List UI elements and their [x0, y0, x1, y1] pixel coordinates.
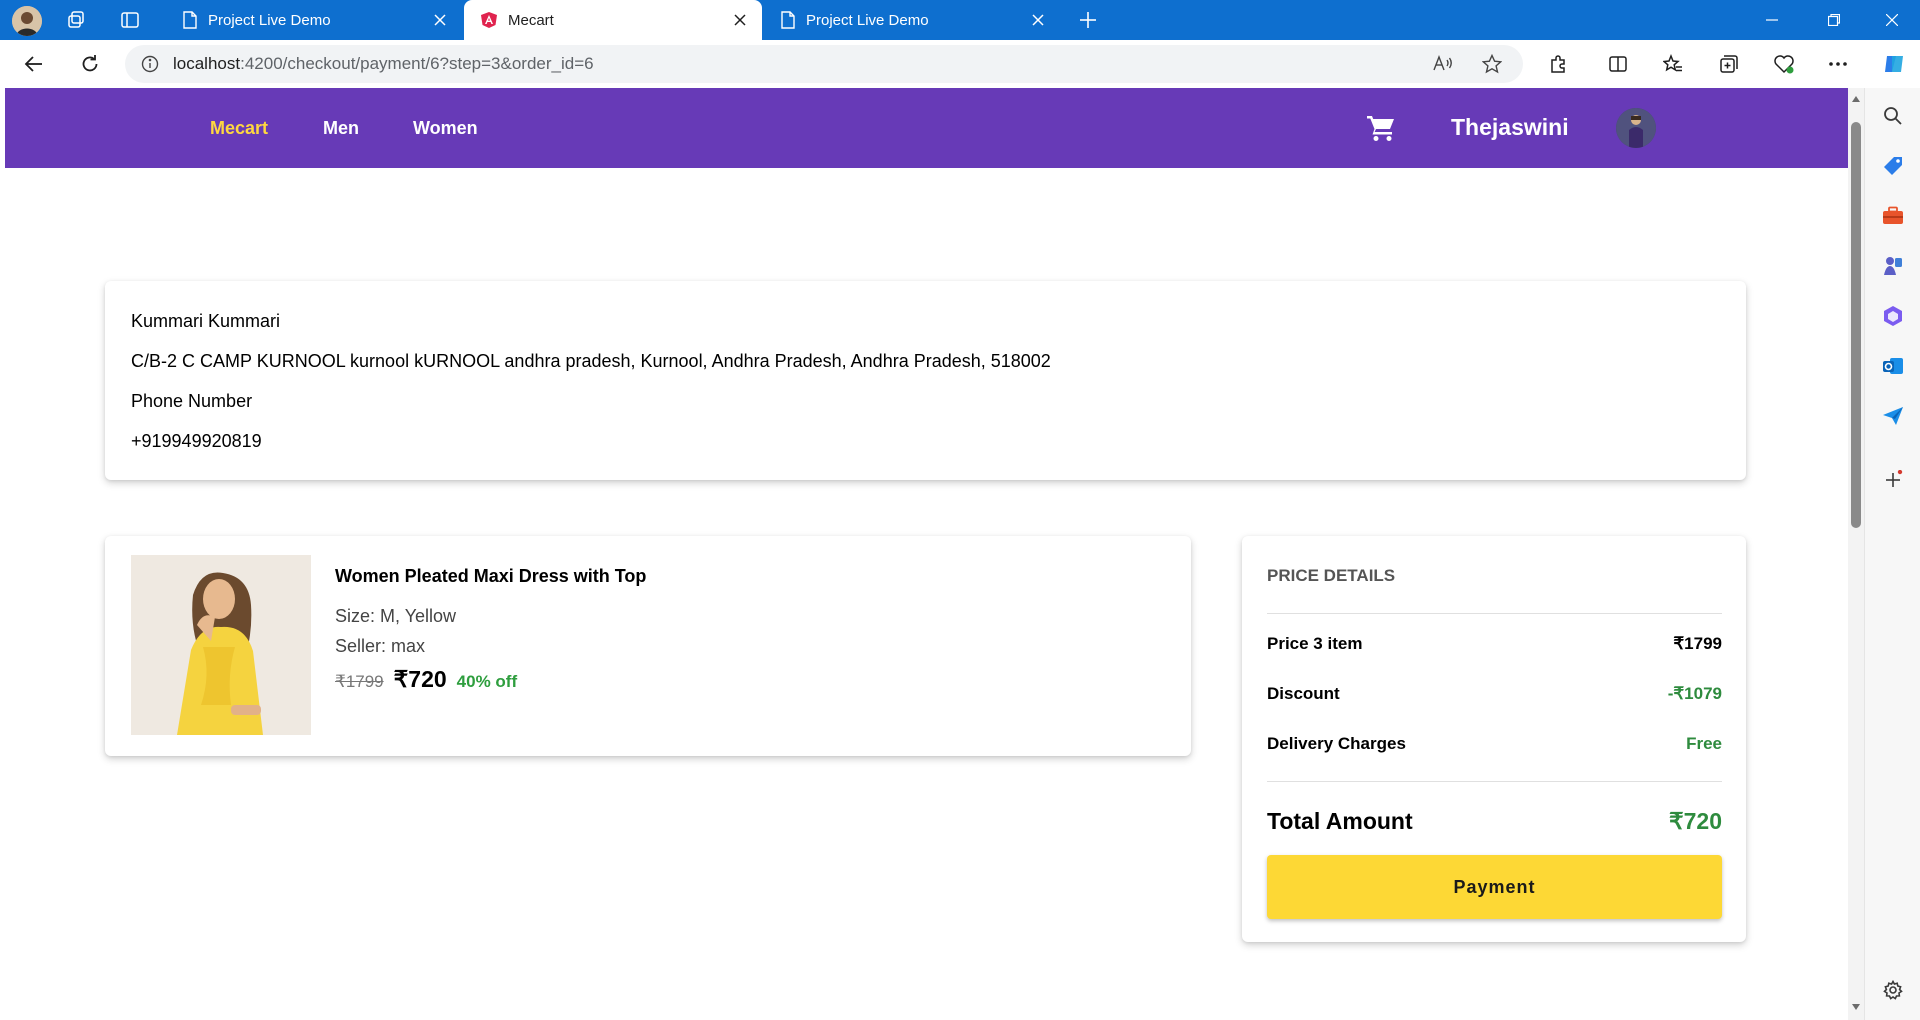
- nav-women[interactable]: Women: [413, 118, 478, 139]
- tab-project-live-demo-2[interactable]: Project Live Demo: [764, 0, 1060, 40]
- tab-project-live-demo-1[interactable]: Project Live Demo: [166, 0, 462, 40]
- payment-button[interactable]: Payment: [1267, 855, 1722, 919]
- edge-sidebar: [1864, 88, 1920, 1020]
- product-size: Size: M, Yellow: [335, 606, 457, 626]
- close-icon[interactable]: [1028, 10, 1048, 30]
- scroll-up-icon[interactable]: [1851, 94, 1861, 104]
- discount-value: -₹1079: [1667, 684, 1722, 703]
- browser-toolbar: localhost:4200/checkout/payment/6?step=3…: [0, 40, 1920, 88]
- user-avatar[interactable]: [1616, 108, 1656, 148]
- cart-item-card: Women Pleated Maxi Dress with Top Size: …: [105, 536, 1191, 756]
- collections-icon[interactable]: [1713, 48, 1745, 80]
- price-details-heading: PRICE DETAILS: [1267, 566, 1396, 585]
- divider: [1267, 613, 1722, 614]
- vertical-tabs-icon[interactable]: [118, 8, 142, 32]
- address-bar[interactable]: localhost:4200/checkout/payment/6?step=3…: [125, 45, 1523, 83]
- tab-title: Project Live Demo: [208, 11, 331, 29]
- price-details-card: PRICE DETAILS Price 3 item ₹1799 Discoun…: [1242, 536, 1746, 942]
- restore-icon[interactable]: [1806, 0, 1862, 40]
- search-icon[interactable]: [1877, 100, 1909, 132]
- outlook-icon[interactable]: [1877, 350, 1909, 382]
- new-tab-icon[interactable]: [1076, 8, 1100, 32]
- microsoft-365-icon[interactable]: [1877, 300, 1909, 332]
- close-icon[interactable]: [730, 10, 750, 30]
- shopping-tag-icon[interactable]: [1877, 150, 1909, 182]
- shopping-cart-icon[interactable]: [1366, 114, 1396, 142]
- brand-link[interactable]: Mecart: [210, 118, 268, 139]
- discounted-price: ₹720: [393, 666, 447, 692]
- info-icon[interactable]: [141, 55, 159, 73]
- favorite-star-icon[interactable]: [1476, 48, 1508, 80]
- product-seller: Seller: max: [335, 636, 426, 656]
- delivery-label: Delivery Charges: [1267, 734, 1406, 753]
- tab-title: Mecart: [508, 11, 554, 29]
- profile-avatar[interactable]: [12, 6, 42, 36]
- phone-number: +919949920819: [131, 431, 262, 451]
- browser-tab-strip: Project Live Demo Mecart Project Live De…: [0, 0, 1920, 40]
- total-row: Total Amount ₹720: [1267, 808, 1722, 835]
- product-title[interactable]: Women Pleated Maxi Dress with Top: [335, 566, 646, 587]
- send-paper-plane-icon[interactable]: [1877, 400, 1909, 432]
- scroll-down-icon[interactable]: [1851, 1002, 1861, 1012]
- browser-essentials-icon[interactable]: [1768, 48, 1800, 80]
- app-header: Mecart Men Women Thejaswini: [5, 88, 1848, 168]
- original-price: ₹1799: [335, 672, 384, 691]
- page-icon: [183, 11, 197, 29]
- total-value: ₹720: [1668, 808, 1722, 834]
- favorites-icon[interactable]: [1657, 48, 1689, 80]
- discount-percent: 40% off: [456, 672, 518, 691]
- close-icon[interactable]: [430, 10, 450, 30]
- games-icon[interactable]: [1877, 250, 1909, 282]
- discount-row: Discount -₹1079: [1267, 684, 1722, 704]
- delivery-row: Delivery Charges Free: [1267, 734, 1722, 754]
- angular-icon: [481, 12, 497, 28]
- url-host: localhost: [173, 54, 241, 73]
- minimize-icon[interactable]: [1744, 0, 1800, 40]
- url-path: :4200/checkout/payment/6?step=3&order_id…: [240, 54, 594, 73]
- back-icon[interactable]: [18, 48, 50, 80]
- product-price-row: ₹1799 ₹720 40% off: [335, 666, 517, 693]
- product-image: [131, 555, 311, 735]
- add-sidebar-app-icon[interactable]: [1877, 464, 1909, 496]
- settings-gear-icon[interactable]: [1877, 974, 1909, 1006]
- address-name: Kummari Kummari: [131, 311, 281, 331]
- tab-title: Project Live Demo: [806, 11, 929, 29]
- delivery-address-card: Kummari Kummari C/B-2 C CAMP KURNOOL kur…: [105, 281, 1746, 480]
- nav-men[interactable]: Men: [323, 118, 359, 139]
- delivery-value: Free: [1686, 734, 1722, 753]
- tab-mecart[interactable]: Mecart: [464, 0, 762, 40]
- refresh-icon[interactable]: [74, 48, 106, 80]
- page-icon: [781, 11, 795, 29]
- address-line: C/B-2 C CAMP KURNOOL kurnool kURNOOL and…: [131, 351, 1051, 371]
- close-window-icon[interactable]: [1864, 0, 1920, 40]
- extensions-icon[interactable]: [1542, 48, 1574, 80]
- tools-briefcase-icon[interactable]: [1877, 200, 1909, 232]
- discount-label: Discount: [1267, 684, 1340, 703]
- phone-label: Phone Number: [131, 391, 253, 411]
- price-label: Price 3 item: [1267, 634, 1363, 653]
- divider: [1267, 781, 1722, 782]
- price-value: ₹1799: [1673, 634, 1722, 653]
- workspaces-icon[interactable]: [64, 8, 88, 32]
- page-viewport: Mecart Men Women Thejaswini Kummari Kumm…: [5, 88, 1848, 1020]
- username[interactable]: Thejaswini: [1451, 114, 1569, 141]
- split-screen-icon[interactable]: [1602, 48, 1634, 80]
- price-row: Price 3 item ₹1799: [1267, 634, 1722, 654]
- total-label: Total Amount: [1267, 808, 1413, 834]
- copilot-icon[interactable]: [1878, 48, 1910, 80]
- scrollbar-thumb[interactable]: [1851, 122, 1861, 528]
- more-options-icon[interactable]: [1822, 48, 1854, 80]
- url-text: localhost:4200/checkout/payment/6?step=3…: [173, 54, 594, 74]
- page-scrollbar[interactable]: [1848, 88, 1864, 1020]
- read-aloud-icon[interactable]: [1427, 48, 1459, 80]
